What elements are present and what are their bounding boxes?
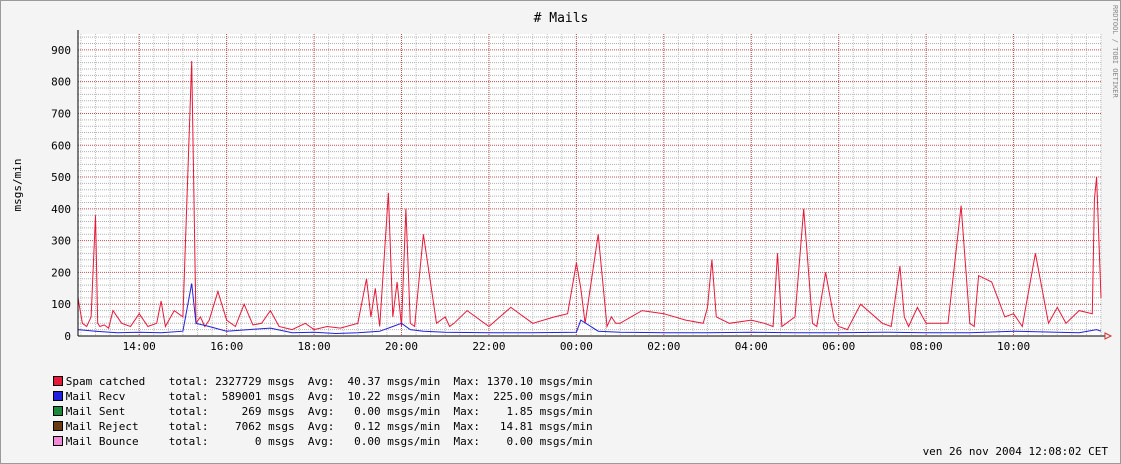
x-tick-label: 00:00	[560, 340, 593, 353]
legend-swatch-bounce	[52, 436, 63, 446]
y-tick-label: 900	[51, 44, 71, 57]
x-tick-label: 22:00	[472, 340, 505, 353]
y-tick-label: 800	[51, 76, 71, 89]
y-axis-label: msgs/min	[11, 159, 24, 212]
x-axis-arrow	[1104, 332, 1113, 340]
y-tick-label: 100	[51, 298, 71, 311]
x-tick-label: 20:00	[385, 340, 418, 353]
legend-row-reject: Mail Reject total: 7062 msgs Avg: 0.12 ms…	[13, 404, 593, 433]
x-tick-label: 14:00	[123, 340, 156, 353]
x-tick-label: 18:00	[298, 340, 331, 353]
x-tick-label: 02:00	[647, 340, 680, 353]
legend-row-spam: Spam catched total: 2327729 msgs Avg: 40.…	[13, 359, 593, 388]
legend-label-bounce: Mail Bounce	[65, 435, 139, 448]
y-tick-label: 0	[64, 330, 71, 343]
y-tick-label: 600	[51, 139, 71, 152]
legend-row-sent: Mail Sent total: 269 msgs Avg: 0.00 msgs/…	[13, 389, 593, 418]
y-tick-label: 200	[51, 266, 71, 279]
x-tick-label: 08:00	[910, 340, 943, 353]
rrdtool-watermark: RRDTOOL / TOBI OETIKER	[1111, 5, 1119, 99]
chart-title: # Mails	[534, 11, 589, 26]
legend-row-recv: Mail Recv total: 589001 msgs Avg: 10.22 m…	[13, 374, 593, 403]
x-tick-label: 06:00	[822, 340, 855, 353]
mail-chart: 0 100 200 300 400 500 600 700 800 900 14:00 16:00 18…	[11, 5, 1119, 353]
legend-stats-bounce: total: 0 msgs Avg: 0.00 msgs/min Max: 0.…	[168, 435, 593, 448]
rrd-graph-frame: 0 100 200 300 400 500 600 700 800 900 14:00 16:00 18…	[0, 0, 1121, 464]
timestamp: ven 26 nov 2004 12:08:02 CET	[922, 445, 1108, 458]
x-tick-label: 04:00	[735, 340, 768, 353]
y-tick-label: 500	[51, 171, 71, 184]
y-tick-label: 300	[51, 235, 71, 248]
legend: Spam catched total: 2327729 msgs Avg: 40.…	[13, 359, 593, 448]
x-tick-label: 16:00	[210, 340, 243, 353]
y-tick-label: 400	[51, 203, 71, 216]
x-tick-label: 10:00	[997, 340, 1030, 353]
legend-row-bounce: Mail Bounce total: 0 msgs Avg: 0.00 msgs/…	[13, 419, 593, 448]
y-tick-label: 700	[51, 107, 71, 120]
